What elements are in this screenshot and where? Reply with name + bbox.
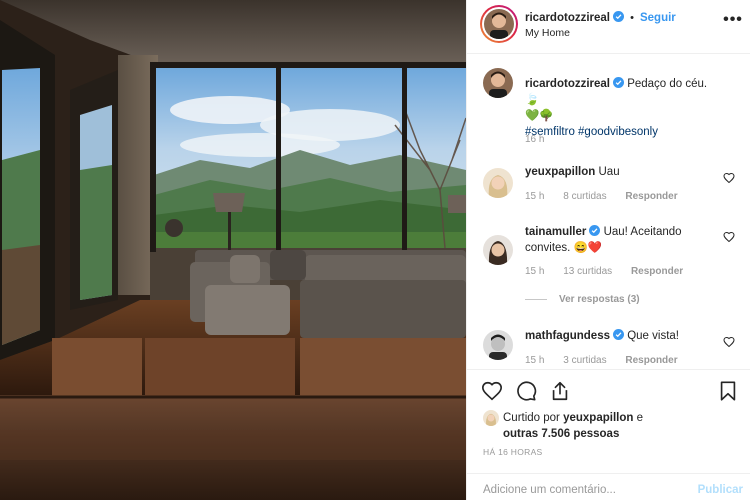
post-side-panel: ricardotozzireal • Seguir My Home ••• ri… [466, 0, 750, 500]
red-heart-emoji-icon: ❤️ [587, 242, 603, 254]
caption-text: Pedaço do céu. [627, 78, 708, 90]
comment-meta: 15 h 13 curtidas Responder [525, 266, 699, 277]
author-username[interactable]: ricardotozzireal [525, 12, 610, 24]
comment-likes[interactable]: 8 curtidas [563, 191, 606, 202]
comment-username[interactable]: yeuxpapillon [525, 166, 595, 178]
separator-dot: • [630, 12, 634, 24]
add-comment-bar: Adicione um comentário... Publicar [467, 473, 750, 500]
comment-avatar-mathfagundess[interactable] [483, 330, 513, 360]
likes-prefix: Curtido por [503, 412, 560, 424]
comments-list: ricardotozzireal Pedaço do céu. 🍃 💚🌳 #se… [467, 55, 750, 368]
comment-username[interactable]: tainamuller [525, 226, 586, 238]
likes-conj: e [636, 412, 643, 424]
verified-badge-icon [589, 225, 601, 236]
caption: ricardotozzireal Pedaço do céu. 🍃 💚🌳 #se… [525, 76, 717, 140]
likes-text: Curtido por yeuxpapillon e outras 7.506 … [503, 410, 738, 442]
reply-button[interactable]: Responder [631, 266, 683, 277]
comment-time: 15 h [525, 355, 545, 366]
reply-button[interactable]: Responder [625, 355, 677, 366]
comment-avatar-yeuxpapillon[interactable] [483, 168, 513, 198]
caption-username[interactable]: ricardotozzireal [525, 78, 610, 90]
action-bar [467, 369, 750, 409]
author-avatar[interactable] [484, 9, 514, 39]
replies-divider [525, 298, 547, 300]
comment-row: yeuxpapillon Uau [525, 164, 717, 180]
more-options-icon[interactable]: ••• [723, 12, 743, 33]
trees-emoji-icon: 🌳 [539, 110, 554, 122]
post-timestamp[interactable]: HÁ 16 HORAS [483, 447, 543, 457]
comment-input[interactable]: Adicione um comentário... [483, 484, 616, 496]
story-ring[interactable] [480, 5, 518, 43]
instagram-post-view: ricardotozzireal • Seguir My Home ••• ri… [0, 0, 750, 500]
comment-like-heart-icon[interactable] [723, 231, 735, 243]
caption-time-text: 16 h [525, 134, 545, 145]
post-photo[interactable] [0, 0, 466, 500]
living-room-photo [0, 0, 466, 500]
follow-button[interactable]: Seguir [640, 12, 676, 24]
comment-like-heart-icon[interactable] [723, 172, 735, 184]
comment-row: tainamuller Uau! Aceitando convites. 😄❤️ [525, 224, 717, 256]
comment-row: mathfagundess Que vista! [525, 328, 717, 344]
caption-time: 16 h [525, 134, 560, 145]
verified-badge-icon [613, 77, 624, 88]
caption-avatar[interactable] [483, 68, 513, 98]
comment-icon[interactable] [515, 380, 537, 402]
location-link[interactable]: My Home [525, 27, 570, 39]
view-replies-label: Ver respostas (3) [559, 294, 640, 305]
liker-username[interactable]: yeuxpapillon [563, 412, 633, 424]
green-heart-emoji-icon: 💚 [525, 110, 540, 122]
heart-icon[interactable] [481, 380, 503, 402]
comment-avatar-tainamuller[interactable] [483, 235, 513, 265]
grin-emoji-icon: 😄 [573, 242, 588, 254]
comment-time: 15 h [525, 191, 545, 202]
likes-others-link[interactable]: outras 7.506 pessoas [503, 428, 619, 440]
comment-username[interactable]: mathfagundess [525, 330, 610, 342]
comment-likes[interactable]: 3 curtidas [563, 355, 606, 366]
liker-avatar[interactable] [483, 410, 499, 426]
view-replies-button[interactable]: Ver respostas (3) [525, 294, 640, 305]
comment-meta: 15 h 8 curtidas Responder [525, 191, 694, 202]
comment-meta: 15 h 3 curtidas Responder [525, 355, 694, 366]
comment-text: Uau [598, 166, 620, 178]
share-icon[interactable] [549, 380, 571, 402]
post-header: ricardotozzireal • Seguir My Home ••• [467, 0, 750, 54]
comment-time: 15 h [525, 266, 545, 277]
leaf-emoji-icon: 🍃 [525, 94, 540, 106]
comment-like-heart-icon[interactable] [723, 336, 735, 348]
bookmark-icon[interactable] [717, 380, 739, 402]
verified-badge-icon [613, 11, 624, 22]
publish-button[interactable]: Publicar [698, 484, 743, 496]
reply-button[interactable]: Responder [625, 191, 677, 202]
header-user-line: ricardotozzireal • Seguir [525, 11, 676, 24]
verified-badge-icon [613, 329, 624, 340]
comment-likes[interactable]: 13 curtidas [563, 266, 612, 277]
comment-text: Que vista! [627, 330, 679, 342]
